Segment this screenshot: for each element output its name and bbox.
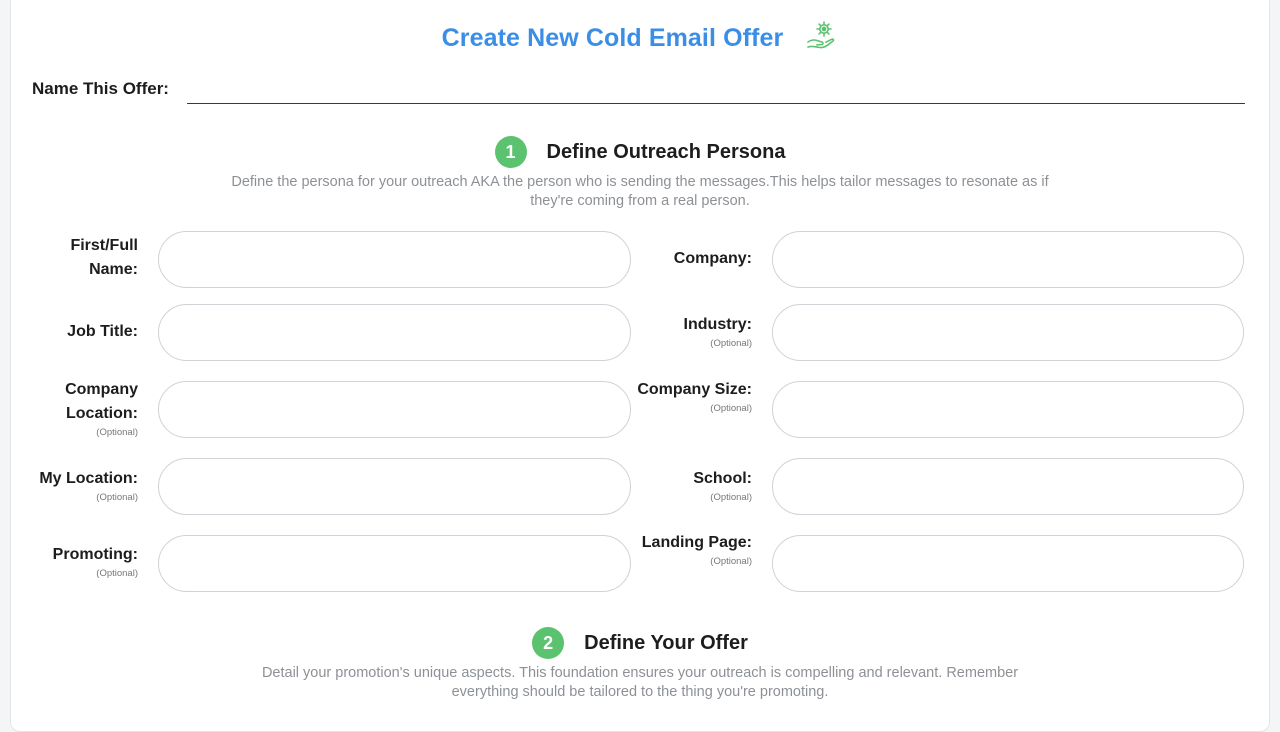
promoting-label: Promoting: (Optional) — [20, 543, 138, 580]
section-description: Define the persona for your outreach AKA… — [231, 174, 1049, 209]
company-size-label-text: Company Size: — [637, 381, 752, 398]
job-title-label-text: Job Title: — [67, 323, 138, 340]
page-title-text: Create New Cold Email Offer — [441, 24, 784, 52]
company-location-label: Company Location: (Optional) — [20, 378, 138, 439]
first-name-label: First/Full Name: — [20, 234, 138, 282]
step-badge-2: 2 — [532, 627, 565, 659]
company-location-label-text: Company Location: — [65, 381, 138, 422]
school-input[interactable] — [772, 458, 1244, 515]
section-define-offer: 2 Define Your Offer Detail your promotio… — [0, 627, 1280, 702]
optional-hint: (Optional) — [96, 492, 138, 503]
company-location-input[interactable] — [158, 381, 631, 438]
promoting-input[interactable] — [158, 535, 631, 592]
promoting-label-text: Promoting: — [52, 546, 138, 563]
section-title: Define Your Offer — [584, 631, 748, 654]
my-location-label: My Location: (Optional) — [14, 467, 138, 504]
step-badge-1: 1 — [494, 136, 527, 168]
optional-hint: (Optional) — [710, 403, 752, 414]
landing-page-label-text: Landing Page: — [641, 534, 752, 551]
page-title: Create New Cold Email Offer — [0, 18, 1280, 53]
company-label: Company: — [636, 247, 752, 271]
landing-page-input[interactable] — [772, 535, 1244, 592]
landing-page-label: Landing Page: (Optional) — [636, 531, 752, 568]
optional-hint: (Optional) — [710, 492, 752, 503]
offer-form-card — [10, 0, 1270, 732]
section-title: Define Outreach Persona — [546, 140, 786, 163]
school-label: School: (Optional) — [636, 467, 752, 504]
job-title-input[interactable] — [158, 304, 631, 361]
job-title-label: Job Title: — [20, 320, 138, 344]
offer-name-input[interactable] — [187, 76, 1245, 104]
industry-label: Industry: (Optional) — [636, 313, 752, 350]
company-size-input[interactable] — [772, 381, 1244, 438]
first-name-input[interactable] — [158, 231, 631, 288]
industry-label-text: Industry: — [683, 316, 752, 333]
school-label-text: School: — [693, 470, 752, 487]
optional-hint: (Optional) — [710, 338, 752, 349]
optional-hint: (Optional) — [710, 556, 752, 567]
industry-input[interactable] — [772, 304, 1244, 361]
section-outreach-persona: 1 Define Outreach Persona Define the per… — [0, 136, 1280, 211]
company-label-text: Company: — [673, 250, 752, 267]
company-size-label: Company Size: (Optional) — [636, 378, 752, 415]
my-location-input[interactable] — [158, 458, 631, 515]
hand-gear-icon — [804, 18, 838, 52]
company-input[interactable] — [772, 231, 1244, 288]
section-description: Detail your promotion's unique aspects. … — [261, 665, 1019, 700]
first-name-label-text: First/Full Name: — [70, 237, 138, 278]
optional-hint: (Optional) — [96, 427, 138, 438]
my-location-label-text: My Location: — [39, 470, 138, 487]
optional-hint: (Optional) — [96, 568, 138, 579]
offer-name-label: Name This Offer: — [32, 79, 169, 98]
